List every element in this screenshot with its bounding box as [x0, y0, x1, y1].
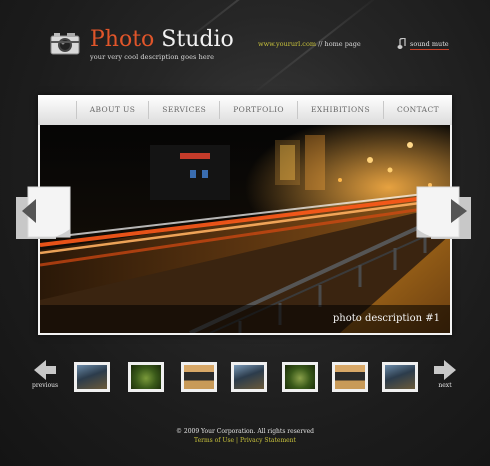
- slide-photo: photo description #1: [40, 125, 450, 333]
- sound-label: sound mute: [410, 40, 449, 50]
- nav-item-services[interactable]: SERVICES: [148, 101, 219, 119]
- nav-item-contact[interactable]: CONTACT: [383, 101, 452, 119]
- slideshow-frame: ABOUT US SERVICES PORTFOLIO EXHIBITIONS …: [38, 95, 452, 335]
- brand-title-rest: Studio: [154, 27, 234, 52]
- arrow-right-icon: [434, 360, 456, 380]
- slide-caption: photo description #1: [332, 313, 440, 324]
- site-logo[interactable]: Photo Studio your very cool description …: [50, 28, 234, 61]
- brand-title-accent: Photo: [90, 27, 155, 52]
- terms-link[interactable]: Terms of Use: [194, 437, 234, 444]
- thumbnail-image: [131, 365, 161, 389]
- footer-links: Terms of Use | Privacy Statement: [0, 436, 490, 445]
- arrow-left-icon: [16, 186, 71, 239]
- footer: © 2009 Your Corporation. All rights rese…: [0, 427, 490, 445]
- link-separator: //: [316, 40, 325, 48]
- tagline: your very cool description goes here: [90, 53, 215, 61]
- gallery-next-button[interactable]: next: [432, 360, 458, 389]
- copyright: © 2009 Your Corporation. All rights rese…: [175, 428, 315, 435]
- previous-label: previous: [32, 382, 59, 389]
- nav-item-exhibitions[interactable]: EXHIBITIONS: [296, 101, 383, 119]
- thumbnail-image: [77, 365, 107, 389]
- thumbnail-4[interactable]: [231, 362, 267, 392]
- slideshow-previous-button[interactable]: [14, 185, 72, 243]
- thumbnail-image: [285, 365, 315, 389]
- privacy-link[interactable]: Privacy Statement: [240, 437, 296, 444]
- thumbnail-6[interactable]: [332, 362, 368, 392]
- gallery-previous-button[interactable]: previous: [32, 360, 58, 389]
- thumbnail-strip: previous next: [0, 356, 490, 396]
- thumbnail-5[interactable]: [282, 362, 318, 392]
- home-page-link[interactable]: home page: [325, 40, 361, 48]
- slide-caption-bar: photo description #1: [40, 305, 450, 333]
- url-link[interactable]: www.yoururl.com: [258, 40, 316, 48]
- arrow-right-icon: [416, 186, 471, 239]
- thumbnail-image: [335, 365, 365, 389]
- arrow-left-icon: [34, 360, 57, 380]
- thumbnail-2[interactable]: [128, 362, 164, 392]
- thumbnail-7[interactable]: [382, 362, 418, 392]
- thumbnail-image: [385, 365, 415, 389]
- thumbnail-image: [184, 365, 214, 389]
- music-note-icon: [397, 37, 407, 52]
- next-label: next: [438, 382, 452, 389]
- camera-icon: [50, 31, 80, 55]
- thumbnail-3[interactable]: [181, 362, 217, 392]
- header-links: www.yoururl.com // home page: [258, 40, 361, 48]
- nav-item-about-us[interactable]: ABOUT US: [75, 101, 149, 119]
- thumbnail-1[interactable]: [74, 362, 110, 392]
- brand-title: Photo Studio: [90, 28, 234, 52]
- nav-item-portfolio[interactable]: PORTFOLIO: [219, 101, 297, 119]
- slideshow-next-button[interactable]: [415, 185, 473, 243]
- thumbnail-image: [234, 365, 264, 389]
- main-nav: ABOUT US SERVICES PORTFOLIO EXHIBITIONS …: [38, 95, 452, 125]
- sound-toggle[interactable]: sound mute: [397, 37, 449, 52]
